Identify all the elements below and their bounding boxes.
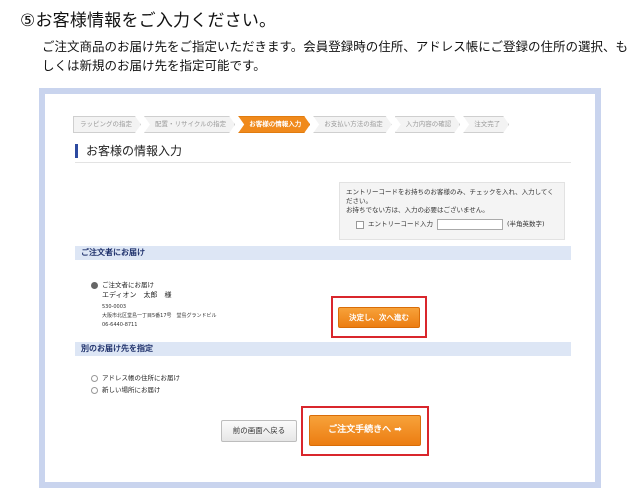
progress-step-complete: 注文完了 bbox=[463, 116, 509, 133]
section-orderer-header: ご注文者にお届け bbox=[75, 246, 571, 260]
progress-step-delivery-setting: 配置・リサイクルの指定 bbox=[144, 116, 235, 133]
address-book-label: アドレス帳の住所にお届け bbox=[102, 374, 180, 382]
orderer-radio[interactable] bbox=[91, 281, 98, 289]
entry-code-row: エントリーコード入力 (半角英数字) bbox=[346, 219, 558, 230]
orderer-address: ご注文者にお届け エディオン 太郎 様 530-0003 大阪市北区堂島一丁目5… bbox=[91, 280, 217, 330]
option-address-book[interactable]: アドレス帳の住所にお届け bbox=[91, 372, 180, 384]
progress-step-confirm: 入力内容の確認 bbox=[395, 116, 461, 133]
screenshot-frame: ラッピングの指定 配置・リサイクルの指定 お客様の情報入力 お支払い方法の指定 … bbox=[39, 88, 601, 488]
orderer-radio-row[interactable]: ご注文者にお届け bbox=[91, 280, 217, 290]
confirm-next-button[interactable]: 決定し、次へ進む bbox=[338, 307, 420, 328]
entry-code-input[interactable] bbox=[437, 219, 503, 230]
progress-step-customer-info: お客様の情報入力 bbox=[238, 116, 310, 133]
proceed-order-button[interactable]: ご注文手続きへ ➡ bbox=[309, 415, 421, 446]
orderer-radio-label: ご注文者にお届け bbox=[102, 281, 154, 289]
progress-step-wrapping: ラッピングの指定 bbox=[73, 116, 141, 133]
step-title: ⑤お客様情報をご入力ください。 bbox=[20, 11, 277, 31]
entry-code-note-2: お持ちでない方は、入力の必要はございません。 bbox=[346, 206, 489, 214]
entry-code-hint: (半角英数字) bbox=[507, 220, 545, 228]
checkout-panel: ラッピングの指定 配置・リサイクルの指定 お客様の情報入力 お支払い方法の指定 … bbox=[45, 94, 595, 482]
address-book-radio[interactable] bbox=[91, 374, 98, 382]
back-button[interactable]: 前の画面へ戻る bbox=[221, 420, 297, 442]
orderer-phone: 06-6440-8711 bbox=[102, 322, 138, 328]
orderer-name: エディオン 太郎 様 bbox=[102, 291, 172, 299]
orderer-postal: 530-0003 bbox=[102, 304, 127, 310]
progress-step-payment: お支払い方法の指定 bbox=[313, 116, 392, 133]
entry-code-checkbox[interactable] bbox=[356, 220, 364, 229]
other-address-options: アドレス帳の住所にお届け 新しい場所にお届け bbox=[91, 372, 180, 396]
entry-code-checkbox-label: エントリーコード入力 bbox=[368, 220, 433, 228]
progress-steps: ラッピングの指定 配置・リサイクルの指定 お客様の情報入力 お支払い方法の指定 … bbox=[73, 116, 512, 132]
entry-code-note-1: エントリーコードをお持ちのお客様のみ、チェックを入れ、入力してください。 bbox=[346, 188, 554, 205]
new-address-label: 新しい場所にお届け bbox=[102, 386, 161, 394]
option-new-address[interactable]: 新しい場所にお届け bbox=[91, 384, 180, 396]
page-title: お客様の情報入力 bbox=[75, 144, 182, 158]
section-other-header: 別のお届け先を指定 bbox=[75, 342, 571, 356]
title-divider bbox=[75, 162, 571, 163]
new-address-radio[interactable] bbox=[91, 386, 98, 394]
orderer-street: 大阪市北区堂島一丁目5番17号 堂島グランドビル bbox=[102, 313, 217, 319]
intro-text: ご注文商品のお届け先をご指定いただきます。会員登録時の住所、アドレス帳にご登録の… bbox=[42, 39, 629, 73]
entry-code-box: エントリーコードをお持ちのお客様のみ、チェックを入れ、入力してください。 お持ち… bbox=[339, 182, 565, 240]
